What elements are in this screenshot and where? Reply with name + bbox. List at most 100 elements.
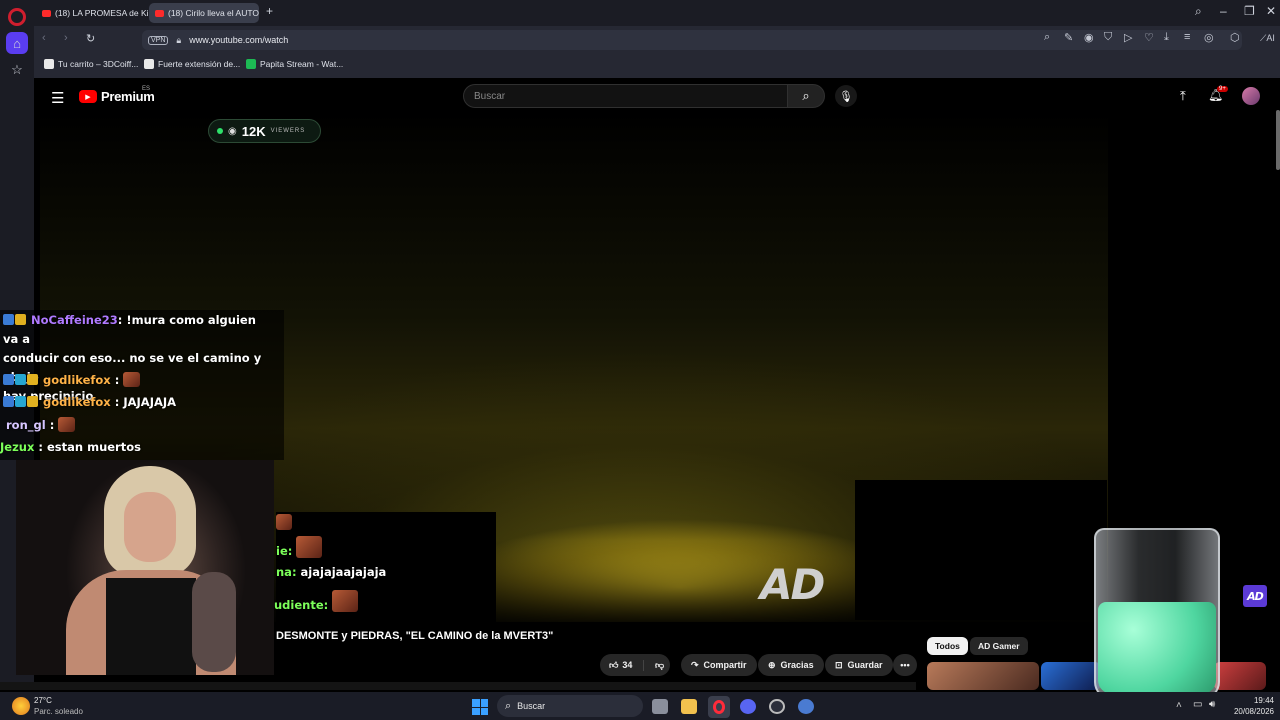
eye-icon: ◉: [228, 125, 237, 137]
bookmark-favicon-icon: [246, 59, 256, 69]
chat-text: : estan muertos: [34, 440, 141, 454]
search-input[interactable]: Buscar: [463, 84, 787, 108]
recommendation-thumbnail[interactable]: [1214, 662, 1266, 690]
chat-badge-icon: [27, 374, 38, 385]
bookmark-1[interactable]: Tu carrito – 3DCoiff...: [44, 59, 138, 69]
like-count: 34: [622, 660, 633, 670]
chat-username: NoCaffeine23: [31, 313, 118, 327]
weather-condition: Parc. soleado: [34, 707, 83, 716]
volume-icon[interactable]: 🔊︎: [1209, 699, 1215, 710]
find-icon[interactable]: ⌕: [1044, 31, 1050, 44]
settings-icon[interactable]: [798, 699, 814, 714]
shield-icon[interactable]: ⛉: [1104, 31, 1112, 44]
close-icon[interactable]: ✕: [1266, 4, 1276, 18]
tab-label: (18) LA PROMESA de Kin: [55, 8, 148, 18]
like-button[interactable]: 👍︎ 34: [600, 659, 644, 671]
cube-icon[interactable]: ⬡: [1230, 31, 1240, 44]
chip-todos[interactable]: Todos: [927, 637, 968, 655]
address-field[interactable]: VPN 🔒︎ www.youtube.com/watch: [142, 30, 1242, 50]
chat-badge-icon: [3, 314, 14, 325]
region-code: ES: [142, 86, 151, 92]
heart-icon[interactable]: ♡: [1144, 31, 1154, 44]
star-icon[interactable]: ☆: [6, 59, 28, 81]
dislike-button[interactable]: 👎︎: [649, 660, 664, 671]
chat-message-partial: ie:: [276, 536, 323, 561]
recommendation-thumbnail[interactable]: [927, 662, 1039, 690]
forward-icon[interactable]: ›: [64, 32, 68, 44]
camera-icon[interactable]: ◉: [1084, 31, 1094, 44]
recommendation-thumbnail[interactable]: [1041, 662, 1101, 690]
chip-ad-gamer[interactable]: AD Gamer: [970, 637, 1028, 655]
thumbs-down-icon: 👎︎: [655, 659, 665, 670]
play-icon[interactable]: ▷: [1124, 31, 1132, 44]
bookmark-3[interactable]: Papita Stream - Wat...: [246, 59, 343, 69]
ai-button[interactable]: ⟋AI: [1260, 33, 1275, 44]
weather-temperature: 27°C: [34, 696, 52, 705]
more-actions-button[interactable]: •••: [893, 654, 917, 676]
viewer-count-pill: ◉ 12K VIEWERS: [208, 119, 321, 143]
stream-watermark: AD: [760, 560, 825, 609]
restore-icon[interactable]: ❐: [1244, 4, 1255, 18]
new-tab-icon[interactable]: +: [266, 4, 273, 18]
chat-username: ie:: [276, 544, 293, 558]
clock-time[interactable]: 19:44: [1232, 696, 1274, 705]
taskbar-search-label: Buscar: [517, 701, 546, 711]
chevron-up-icon[interactable]: ˄: [1176, 700, 1182, 711]
profile-icon[interactable]: ◎: [1204, 31, 1214, 44]
app-icon[interactable]: [769, 699, 785, 714]
viewer-label: VIEWERS: [270, 128, 306, 134]
bookmark-2[interactable]: Fuerte extensión de...: [144, 59, 240, 69]
edit-icon[interactable]: ✎: [1064, 31, 1073, 44]
search-tabs-icon[interactable]: ⌕: [1195, 4, 1202, 19]
chat-username: ron_gl: [6, 418, 46, 432]
task-view-icon[interactable]: [652, 699, 668, 714]
avatar[interactable]: [1242, 87, 1260, 105]
bookmark-favicon-icon: [144, 59, 154, 69]
page-bottom-strip: [0, 682, 916, 690]
start-icon[interactable]: [472, 699, 488, 715]
save-button[interactable]: ⊡ Guardar: [825, 654, 893, 676]
chat-username: godlikefox: [43, 395, 111, 409]
upload-icon[interactable]: ⤒: [1180, 88, 1186, 104]
discord-icon[interactable]: [740, 699, 756, 714]
chat-badge-icon: [3, 374, 14, 385]
chat-text: : JAJAJAJA: [110, 395, 177, 409]
lock-icon[interactable]: 🔒︎: [176, 35, 181, 46]
file-explorer-icon[interactable]: [681, 699, 697, 714]
taskbar-search[interactable]: ⌕ Buscar: [497, 695, 643, 717]
download-icon[interactable]: ⤓: [1164, 31, 1169, 44]
opera-logo-icon[interactable]: [8, 8, 26, 26]
back-icon[interactable]: ‹: [42, 32, 46, 44]
url-text[interactable]: www.youtube.com/watch: [189, 35, 288, 45]
voice-search-icon[interactable]: 🎙︎: [835, 85, 857, 107]
video-title: DESMONTE y PIEDRAS, "EL CAMINO de la MVE…: [276, 630, 554, 642]
home-icon[interactable]: ⌂: [6, 32, 28, 54]
minimize-icon[interactable]: –: [1220, 4, 1227, 18]
bookmark-favicon-icon: [44, 59, 54, 69]
search-button[interactable]: ⌕: [787, 84, 825, 108]
chat-badge-icon: [15, 396, 26, 407]
menu-icon[interactable]: ≡: [1184, 31, 1190, 43]
chat-username: na:: [276, 565, 297, 579]
tab-1[interactable]: (18) LA PROMESA de Kin: [36, 3, 148, 23]
chat-message: ron_gl :: [6, 416, 76, 435]
opera-taskbar-button[interactable]: [708, 696, 730, 718]
share-button[interactable]: ↷ Compartir: [681, 654, 757, 676]
vpn-badge[interactable]: VPN: [148, 35, 169, 45]
thanks-label: Gracias: [780, 660, 814, 670]
hamburger-menu-icon[interactable]: ☰: [51, 89, 64, 107]
ai-label: AI: [1266, 33, 1275, 43]
save-icon: ⊡: [835, 659, 843, 670]
scrollbar-thumb[interactable]: [1276, 110, 1280, 170]
webcam-face: [124, 492, 176, 562]
share-label: Compartir: [703, 660, 747, 670]
network-icon[interactable]: ▭: [1193, 699, 1202, 710]
thanks-button[interactable]: ⊕ Gracias: [758, 654, 824, 676]
clock-date[interactable]: 20/08/2026: [1226, 707, 1274, 716]
tab-2[interactable]: (18) Cirilo lleva el AUTO p: [149, 3, 259, 23]
bookmark-label: Tu carrito – 3DCoiff...: [58, 59, 139, 69]
address-toolbar: ‹ › ↻ VPN 🔒︎ www.youtube.com/watch ⌕ ✎ ◉…: [34, 26, 1280, 54]
reload-icon[interactable]: ↻: [86, 32, 95, 45]
save-label: Guardar: [847, 660, 883, 670]
weather-icon[interactable]: [12, 697, 30, 715]
